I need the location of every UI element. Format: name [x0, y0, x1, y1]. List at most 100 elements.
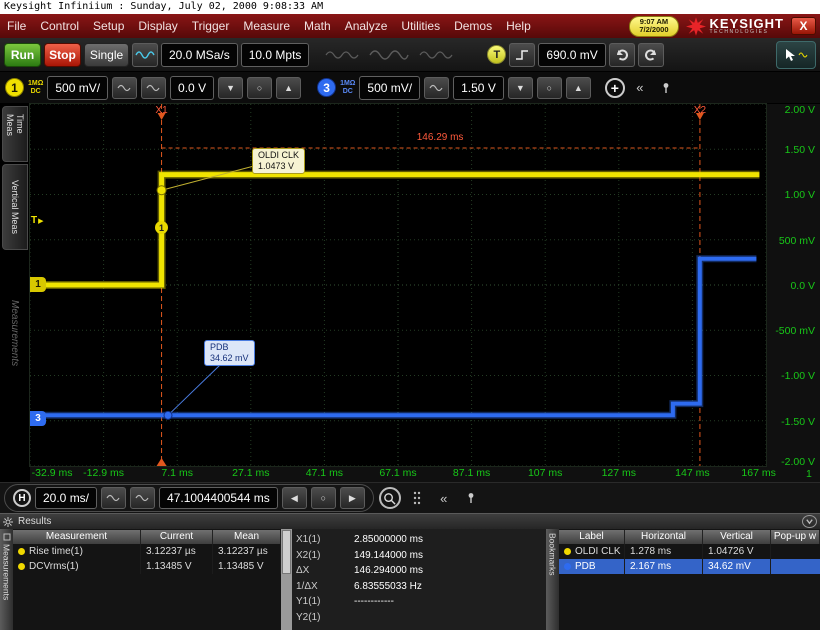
channel-1-offset-zero-button[interactable]: ○: [247, 76, 273, 99]
column-header[interactable]: Measurement: [13, 529, 141, 544]
column-header[interactable]: Label: [559, 529, 625, 544]
undo-button[interactable]: [608, 42, 635, 67]
trigger-level-box[interactable]: 690.0 mV: [538, 42, 606, 67]
column-header[interactable]: Mean: [213, 529, 281, 544]
channel-3-coupling-mode: DC: [342, 87, 353, 95]
cursor-x1-label[interactable]: X1: [155, 105, 167, 116]
trigger-source-button[interactable]: T: [487, 45, 507, 64]
cursor-mode-button[interactable]: [776, 40, 816, 69]
menu-item-demos[interactable]: Demos: [447, 14, 499, 38]
marker-result-row: X2(1) 149.144000 ms: [292, 548, 546, 564]
channel-1-scale-box[interactable]: 500 mV/: [47, 75, 109, 100]
menu-item-help[interactable]: Help: [499, 14, 538, 38]
tab-time-meas[interactable]: Time Meas: [2, 106, 28, 162]
tab-measurements[interactable]: Measurements: [0, 529, 13, 630]
channel-3-wave-button-1[interactable]: [424, 76, 450, 99]
channel-3-ground-marker[interactable]: 3: [30, 411, 46, 426]
channel-1-offset-box[interactable]: 0.0 V: [170, 75, 215, 100]
channel-1-offset-up-button[interactable]: ▲: [276, 76, 302, 99]
timebase-group: H 20.0 ms/ 47.1004400544 ms ◀ ○ ▶: [4, 484, 374, 512]
oscilloscope-app: Keysight Infiniium : Sunday, July 02, 20…: [0, 0, 820, 630]
cursor-x2-label[interactable]: X2: [694, 105, 706, 116]
menu-item-file[interactable]: File: [0, 14, 33, 38]
bookmark-flag-oldi-clk[interactable]: OLDI CLK 1.0473 V: [252, 148, 306, 174]
position-left-button[interactable]: ◀: [281, 487, 307, 509]
channel-3-offset-up-button[interactable]: ▲: [565, 76, 591, 99]
acquisition-wave-icon-3[interactable]: [414, 43, 458, 67]
pin-icon: [465, 492, 477, 504]
zoom-button[interactable]: [378, 487, 401, 509]
timebase-scale-box[interactable]: 20.0 ms/: [35, 487, 98, 509]
acquisition-toolbar: Run Stop Single 20.0 MSa/s 10.0 Mpts T 6…: [0, 38, 820, 72]
redo-button[interactable]: [637, 42, 664, 67]
channel-3-offset-down-button[interactable]: ▼: [507, 76, 533, 99]
timebase-wave-button-1[interactable]: [101, 487, 127, 509]
memory-depth-box[interactable]: 10.0 Mpts: [240, 42, 310, 67]
position-zero-button[interactable]: ○: [310, 487, 336, 509]
channel-1-wave-button-1[interactable]: [112, 76, 138, 99]
pin-hbar-button[interactable]: [460, 487, 482, 509]
run-button[interactable]: Run: [4, 42, 41, 67]
pin-toolbar-button[interactable]: [655, 77, 677, 99]
acquisition-wave-icon-2[interactable]: [367, 43, 411, 67]
channel-1-ground-marker[interactable]: 1: [30, 277, 46, 292]
channel-1-wave-button-2[interactable]: [141, 76, 167, 99]
waveform-mode-button[interactable]: [132, 42, 158, 67]
menu-item-display[interactable]: Display: [131, 14, 184, 38]
gear-icon[interactable]: [3, 516, 13, 527]
channel-1-offset-down-button[interactable]: ▼: [218, 76, 244, 99]
bookmark-row-selected[interactable]: PDB 2.167 ms 34.62 mV: [559, 559, 820, 574]
channel-1-button[interactable]: 1: [5, 78, 24, 97]
menu-item-trigger[interactable]: Trigger: [185, 14, 237, 38]
collapse-toolbar-button[interactable]: «: [629, 77, 651, 99]
timebase-position-box[interactable]: 47.1004400544 ms: [159, 487, 278, 509]
channel-3-button[interactable]: 3: [317, 78, 337, 97]
marker-result-row: Y2(1): [292, 610, 546, 626]
collapse-hbar-button[interactable]: «: [433, 487, 455, 509]
menu-item-setup[interactable]: Setup: [86, 14, 131, 38]
x-axis-label-partial: 1: [806, 468, 812, 480]
voltage-axis: 2.00 V 1.50 V 1.00 V 500 mV 0.0 V -500 m…: [766, 104, 818, 476]
menu-item-analyze[interactable]: Analyze: [338, 14, 395, 38]
stop-button[interactable]: Stop: [44, 42, 81, 67]
trigger-edge-button[interactable]: [509, 42, 536, 67]
acquisition-wave-icon-1[interactable]: [320, 43, 364, 67]
single-button[interactable]: Single: [84, 42, 129, 67]
left-sidebar: Time Meas Vertical Meas Measurements: [0, 104, 30, 482]
menu-item-measure[interactable]: Measure: [236, 14, 297, 38]
column-header[interactable]: Vertical: [703, 529, 771, 544]
position-right-button[interactable]: ▶: [339, 487, 365, 509]
add-channel-button[interactable]: +: [604, 77, 625, 98]
measurements-dock-label[interactable]: Measurements: [9, 300, 20, 366]
keysight-spark-icon: [685, 16, 706, 36]
sample-rate-box[interactable]: 20.0 MSa/s: [161, 42, 238, 67]
column-header[interactable]: Horizontal: [625, 529, 703, 544]
timebase-wave-button-2[interactable]: [130, 487, 156, 509]
measurements-scrollbar[interactable]: [281, 529, 292, 630]
channel-3-scale-box[interactable]: 500 mV/: [359, 75, 421, 100]
time-axis: -32.9 ms -12.9 ms 7.1 ms 27.1 ms 47.1 ms…: [30, 467, 776, 481]
measurement-row[interactable]: DCVrms(1) 1.13485 V 1.13485 V: [13, 559, 281, 574]
measurement-row[interactable]: Rise time(1) 3.12237 µs 3.12237 µs: [13, 544, 281, 559]
close-button[interactable]: X: [791, 17, 816, 35]
menu-item-utilities[interactable]: Utilities: [394, 14, 447, 38]
bookmark-flag-pdb[interactable]: PDB 34.62 mV: [204, 340, 255, 366]
minimize-results-button[interactable]: [802, 515, 817, 528]
column-header[interactable]: Pop-up w: [771, 529, 820, 544]
waveform-display[interactable]: X1 X2 146.29 ms OLDI CLK 1.0473 V PDB 34…: [29, 103, 767, 467]
tab-bookmarks[interactable]: Bookmarks: [546, 529, 559, 630]
channel-3-offset-zero-button[interactable]: ○: [536, 76, 562, 99]
menu-item-control[interactable]: Control: [33, 14, 86, 38]
bookmark-row[interactable]: OLDI CLK 1.278 ms 1.04726 V: [559, 544, 820, 559]
clock-display[interactable]: 9:07 AM 7/2/2000: [629, 15, 679, 37]
menu-item-math[interactable]: Math: [297, 14, 338, 38]
more-options-button[interactable]: [406, 487, 428, 509]
column-header[interactable]: Current: [141, 529, 213, 544]
trigger-level-marker[interactable]: T ▶: [31, 215, 44, 226]
channel-3-offset-box[interactable]: 1.50 V: [453, 75, 504, 100]
magnifier-icon: [383, 492, 396, 505]
scrollbar-thumb[interactable]: [282, 530, 291, 574]
horizontal-button[interactable]: H: [13, 489, 31, 507]
sine-icon: [135, 493, 151, 503]
tab-vertical-meas[interactable]: Vertical Meas: [2, 164, 28, 250]
